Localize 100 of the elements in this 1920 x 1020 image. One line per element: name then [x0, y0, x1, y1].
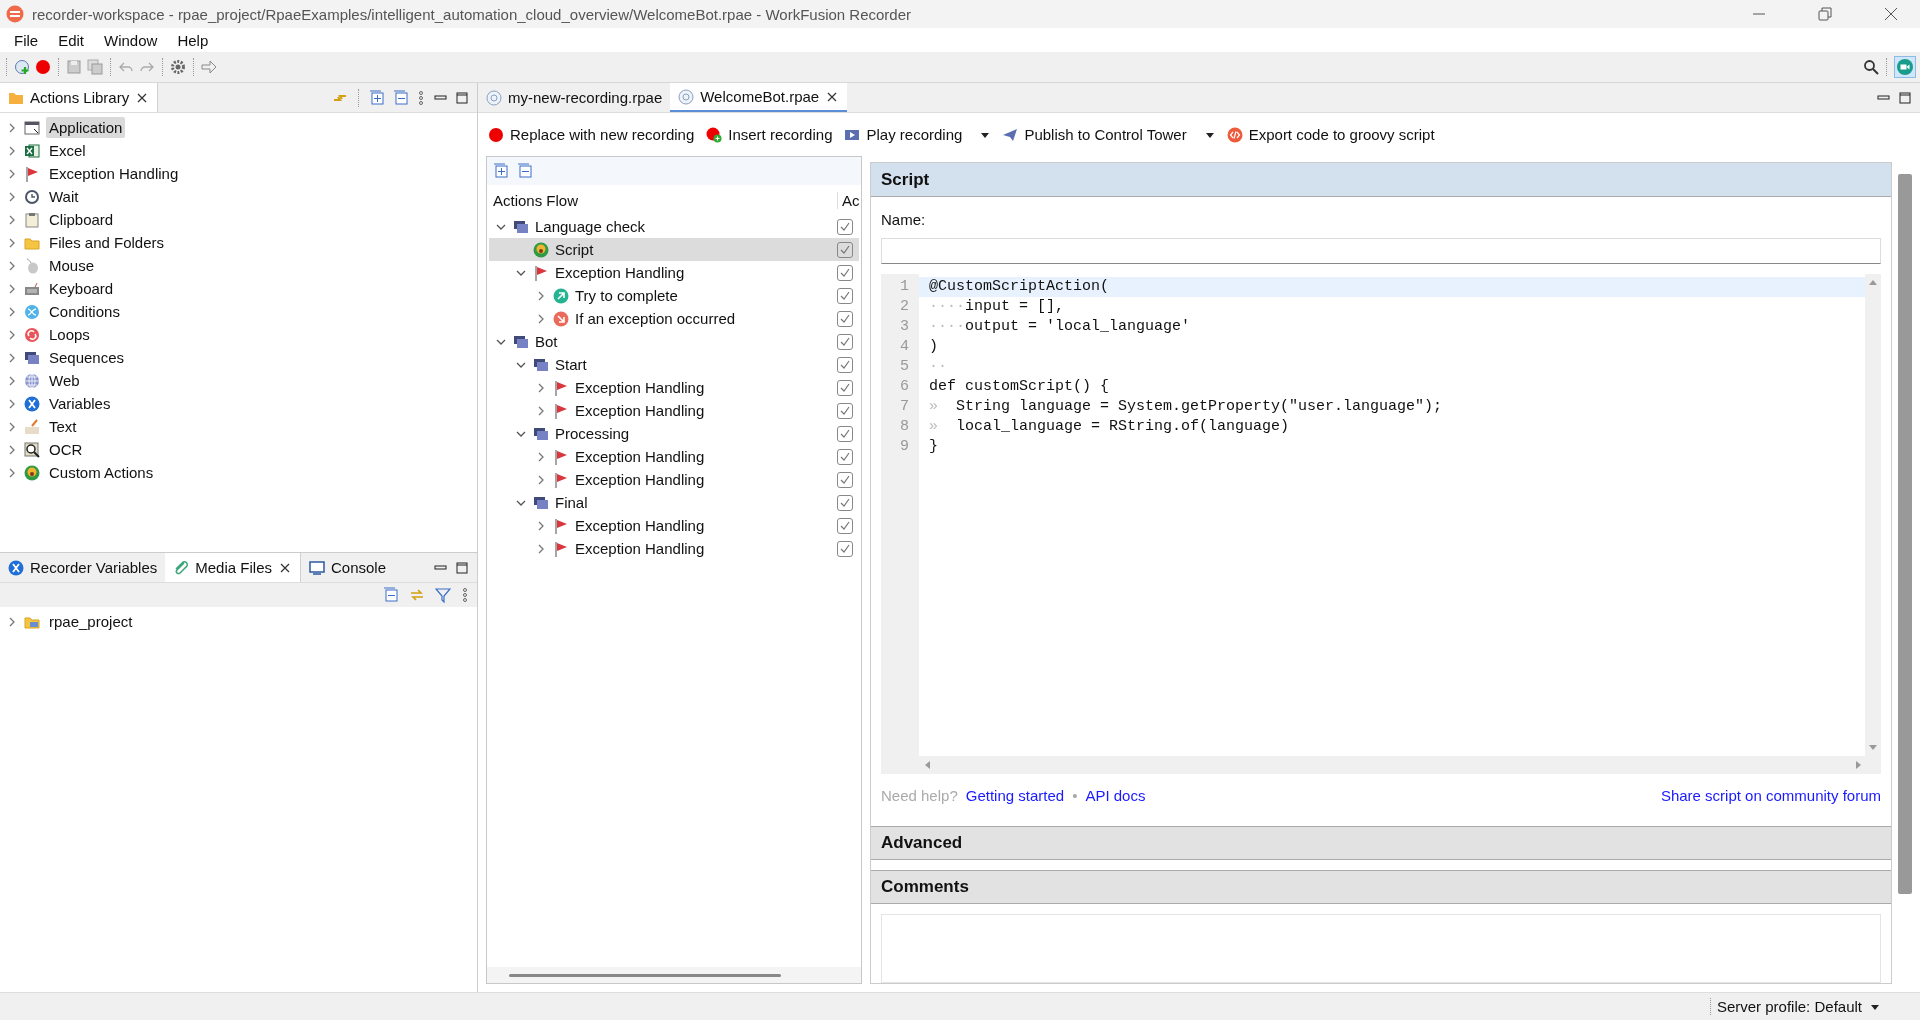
- collapse-all-icon[interactable]: [383, 587, 399, 603]
- dropdown-caret-icon[interactable]: [1204, 130, 1215, 139]
- section-header[interactable]: Comments: [871, 870, 1891, 904]
- flag-icon: [553, 402, 569, 419]
- checkbox[interactable]: [837, 333, 853, 350]
- tree-item[interactable]: Excel: [46, 140, 89, 161]
- view-menu-icon[interactable]: [461, 587, 469, 603]
- flow-row[interactable]: Exception Handling: [489, 537, 859, 560]
- tree-item[interactable]: Web: [46, 370, 83, 391]
- view-tab[interactable]: Actions Library: [0, 83, 159, 112]
- collapse-all-icon[interactable]: [393, 89, 409, 106]
- scroll-right-icon[interactable]: [1855, 760, 1863, 770]
- view-tab[interactable]: Recorder Variables: [0, 553, 166, 582]
- scroll-left-icon[interactable]: [923, 760, 931, 770]
- checkbox[interactable]: [837, 356, 853, 373]
- tree-item[interactable]: Sequences: [46, 347, 128, 368]
- editor-tab[interactable]: my-new-recording.rpae: [478, 83, 671, 112]
- expand-all-icon[interactable]: [369, 89, 385, 106]
- flow-row[interactable]: Script: [489, 238, 859, 261]
- flow-row[interactable]: Exception Handling: [489, 261, 859, 284]
- checkbox[interactable]: [837, 264, 853, 281]
- toolbar-button[interactable]: Insert recording: [706, 126, 833, 143]
- checkbox[interactable]: [837, 517, 853, 534]
- flow-row[interactable]: Start: [489, 353, 859, 376]
- tree-item[interactable]: Conditions: [46, 301, 123, 322]
- toolbar-button[interactable]: Export code to groovy script: [1226, 126, 1435, 143]
- checkbox[interactable]: [837, 402, 853, 419]
- new-recording-icon[interactable]: [14, 59, 30, 75]
- tree-item[interactable]: Clipboard: [46, 209, 117, 230]
- menu-item[interactable]: Help: [167, 31, 219, 49]
- checkbox[interactable]: [837, 471, 853, 488]
- flow-row[interactable]: If an exception occurred: [489, 307, 859, 330]
- maximize-icon[interactable]: [1898, 90, 1912, 105]
- forward-arrow-icon[interactable]: [201, 59, 217, 75]
- dropdown-caret-icon[interactable]: [1870, 1002, 1880, 1011]
- custom-action-icon: [533, 241, 549, 258]
- checkbox[interactable]: [837, 379, 853, 396]
- dropdown-caret-icon[interactable]: [980, 130, 991, 139]
- toolbar-button[interactable]: Play recording: [844, 126, 991, 143]
- server-profile-dropdown[interactable]: Server profile: Default: [1709, 998, 1880, 1015]
- menu-item[interactable]: Window: [94, 31, 168, 49]
- tree-item[interactable]: Files and Folders: [46, 232, 168, 253]
- help-link[interactable]: Getting started: [965, 786, 1065, 804]
- flow-row[interactable]: Exception Handling: [489, 445, 859, 468]
- tree-item[interactable]: Exception Handling: [46, 163, 182, 184]
- tree-item[interactable]: Keyboard: [46, 278, 117, 299]
- flow-row[interactable]: Language check: [489, 215, 859, 238]
- checkbox[interactable]: [837, 540, 853, 557]
- camera-icon[interactable]: [1894, 56, 1916, 78]
- tree-item[interactable]: Text: [46, 416, 80, 437]
- flow-row[interactable]: Try to complete: [489, 284, 859, 307]
- flow-row[interactable]: Bot: [489, 330, 859, 353]
- view-tab[interactable]: Media Files: [165, 553, 301, 582]
- checkbox[interactable]: [837, 218, 853, 235]
- scroll-down-icon[interactable]: [1868, 744, 1878, 752]
- editor-tab[interactable]: WelcomeBot.rpae: [670, 83, 848, 112]
- flow-row[interactable]: Final: [489, 491, 859, 514]
- flow-row[interactable]: Exception Handling: [489, 468, 859, 491]
- tree-item[interactable]: Variables: [46, 393, 114, 414]
- maximize-icon[interactable]: [455, 560, 469, 575]
- name-field[interactable]: [881, 238, 1881, 264]
- tree-item[interactable]: Loops: [46, 324, 93, 345]
- flow-row[interactable]: Processing: [489, 422, 859, 445]
- section-header[interactable]: Advanced: [871, 826, 1891, 860]
- filter-icon[interactable]: [435, 587, 451, 603]
- scrollbar-thumb[interactable]: [509, 973, 781, 977]
- flow-row[interactable]: Exception Handling: [489, 514, 859, 537]
- tree-item[interactable]: OCR: [46, 439, 86, 460]
- settings-icon[interactable]: [170, 59, 186, 75]
- scrollbar-thumb[interactable]: [1898, 174, 1912, 894]
- toolbar-button[interactable]: Publish to Control Tower: [1002, 126, 1215, 143]
- checkbox[interactable]: [837, 310, 853, 327]
- share-link[interactable]: Share script on community forum: [1660, 786, 1881, 804]
- view-tab[interactable]: Console: [301, 553, 395, 582]
- comments-field[interactable]: [881, 914, 1881, 983]
- tree-item[interactable]: Custom Actions: [46, 462, 157, 483]
- collapse-all-icon[interactable]: [517, 163, 533, 179]
- toolbar-button[interactable]: Replace with new recording: [488, 126, 695, 143]
- checkbox[interactable]: [837, 287, 853, 304]
- record-icon[interactable]: [35, 59, 51, 75]
- menu-item[interactable]: Edit: [48, 31, 95, 49]
- checkbox[interactable]: [837, 241, 853, 258]
- tree-item[interactable]: Mouse: [46, 255, 98, 276]
- tree-item[interactable]: Wait: [46, 186, 82, 207]
- search-icon[interactable]: [1863, 59, 1879, 75]
- tree-item[interactable]: rpae_project: [46, 611, 136, 632]
- checkbox[interactable]: [837, 494, 853, 511]
- expand-all-icon[interactable]: [493, 163, 509, 179]
- flow-row[interactable]: Exception Handling: [489, 376, 859, 399]
- flow-row[interactable]: Exception Handling: [489, 399, 859, 422]
- help-link[interactable]: API docs: [1085, 786, 1146, 804]
- scroll-up-icon[interactable]: [1868, 278, 1878, 286]
- maximize-icon[interactable]: [455, 90, 469, 105]
- checkbox[interactable]: [837, 448, 853, 465]
- close-icon[interactable]: [1883, 6, 1899, 22]
- view-menu-icon[interactable]: [417, 89, 425, 106]
- restore-icon[interactable]: [1817, 6, 1833, 22]
- menu-item[interactable]: File: [4, 31, 49, 49]
- checkbox[interactable]: [837, 425, 853, 442]
- tree-item[interactable]: Application: [46, 117, 126, 138]
